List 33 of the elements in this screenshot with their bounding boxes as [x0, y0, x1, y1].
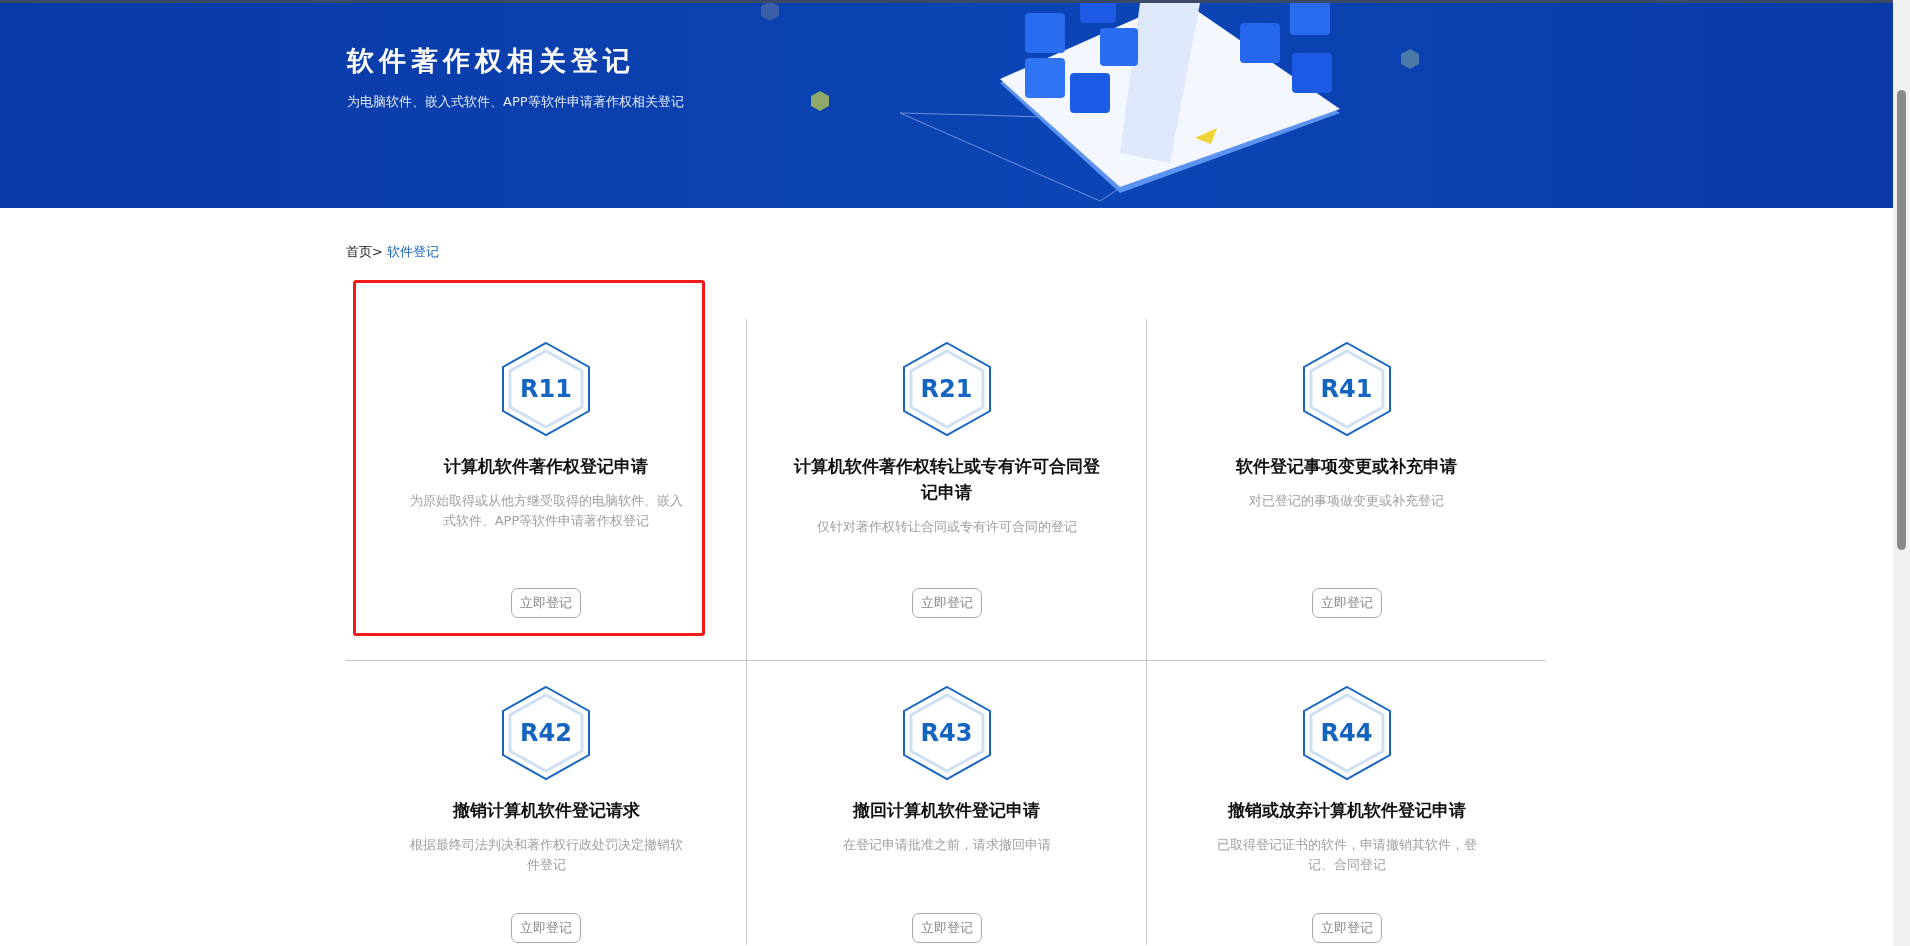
register-button[interactable]: 立即登记: [1311, 588, 1382, 618]
scrollbar-thumb[interactable]: [1897, 90, 1906, 550]
breadcrumb-link[interactable]: 首页>: [346, 244, 383, 259]
hexagon-badge: R11: [501, 341, 591, 437]
card-description: 仅针对著作权转让合同或专有许可合同的登记: [815, 518, 1078, 536]
register-button[interactable]: 立即登记: [911, 913, 982, 943]
register-button[interactable]: 立即登记: [911, 588, 982, 618]
page-title: 软件著作权相关登记: [347, 44, 636, 78]
hexagon-badge: R42: [501, 685, 591, 781]
hexagon-icon: [811, 91, 829, 111]
card-description: 在登记申请批准之前，请求撤回申请: [841, 836, 1052, 854]
hexagon-icon: [761, 3, 779, 21]
page-subtitle: 为电脑软件、嵌入式软件、APP等软件申请著作权相关登记: [347, 93, 684, 111]
card-title: 软件登记事项变更或补充申请: [1234, 455, 1458, 478]
register-button[interactable]: 立即登记: [511, 913, 581, 943]
card-title: 撤销计算机软件登记请求: [451, 799, 641, 822]
register-button[interactable]: 立即登记: [511, 588, 581, 618]
hexagon-badge: R41: [1301, 341, 1392, 437]
card-description: 为原始取得或从他方继受取得的电脑软件、嵌入式软件、APP等软件申请著作权登记: [408, 492, 684, 530]
hexagon-icon: [1401, 49, 1419, 69]
card-title: 计算机软件著作权登记申请: [442, 455, 649, 478]
hexagon-badge: R43: [901, 685, 992, 781]
card-title: 计算机软件著作权转让或专有许可合同登记申请: [792, 455, 1101, 504]
breadcrumb-current: 软件登记: [386, 244, 439, 259]
card-description: 对已登记的事项做变更或补充登记: [1248, 492, 1445, 510]
register-button[interactable]: 立即登记: [1311, 913, 1382, 943]
card-title: 撤销或放弃计算机软件登记申请: [1226, 799, 1467, 822]
scrollbar[interactable]: [1893, 0, 1910, 946]
hexagon-badge: R21: [901, 341, 992, 437]
hexagon-badge: R44: [1301, 685, 1392, 781]
card-title: 撤回计算机软件登记申请: [851, 799, 1041, 822]
card-description: 根据最终司法判决和著作权行政处罚决定撤销软件登记: [408, 836, 684, 874]
card-description: 已取得登记证书的软件，申请撤销其软件，登记、合同登记: [1215, 836, 1478, 874]
